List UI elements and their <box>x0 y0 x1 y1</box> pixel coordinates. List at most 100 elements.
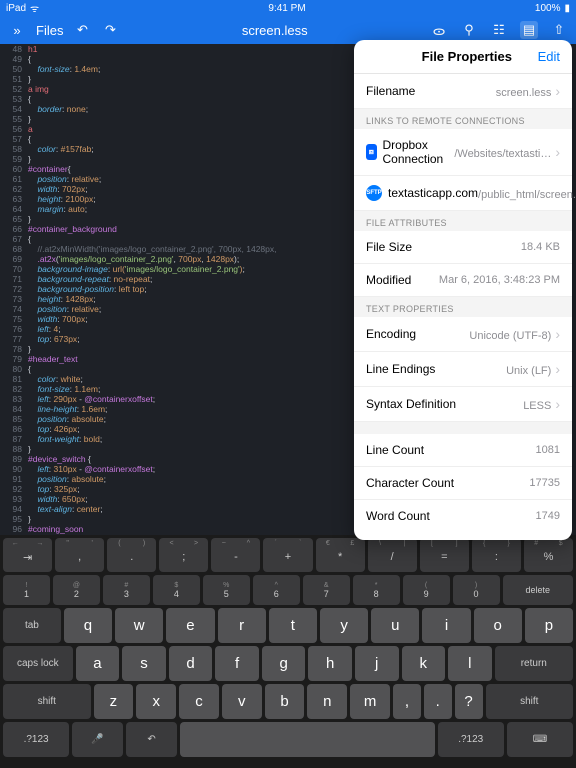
char-count-row: Character Count17735 <box>354 467 572 500</box>
dropbox-connection-row[interactable]: ⧈Dropbox Connection /Websites/textasti…› <box>354 129 572 176</box>
letter-key-j[interactable]: j <box>355 646 399 681</box>
letter-key-n[interactable]: n <box>307 684 347 719</box>
special-key[interactable]: ←→⇥ <box>3 538 52 572</box>
sftp-connection-row[interactable]: SFTPtextasticapp.com /public_html/screen… <box>354 176 572 211</box>
syntax-row[interactable]: Syntax DefinitionLESS› <box>354 387 572 422</box>
letter-key-m[interactable]: m <box>350 684 390 719</box>
menu-icon[interactable]: » <box>8 21 26 39</box>
letter-key-w[interactable]: w <box>115 608 163 643</box>
panel-title: File Properties <box>396 49 538 64</box>
letter-key-e[interactable]: e <box>166 608 214 643</box>
letter-key-z[interactable]: z <box>94 684 134 719</box>
num-key[interactable]: !1 <box>3 575 50 605</box>
letter-key-x[interactable]: x <box>136 684 176 719</box>
dropbox-icon: ⧈ <box>366 144 377 160</box>
special-key[interactable]: ´`+ <box>263 538 312 572</box>
letter-key-c[interactable]: c <box>179 684 219 719</box>
line-gutter: 4849505152535455565758596061626364656667… <box>0 44 26 535</box>
num-key[interactable]: ^6 <box>253 575 300 605</box>
special-key[interactable]: \|/ <box>368 538 417 572</box>
filesize-row: File Size18.4 KB <box>354 231 572 264</box>
space-key[interactable] <box>180 722 435 757</box>
hide-keyboard-key[interactable]: ⌨ <box>507 722 573 757</box>
search-icon[interactable]: ⚲ <box>460 21 478 39</box>
letter-key-o[interactable]: o <box>474 608 522 643</box>
chevron-right-icon: › <box>555 361 560 377</box>
tab-key[interactable]: tab <box>3 608 61 643</box>
redo-icon[interactable]: ↷ <box>101 21 119 39</box>
battery-label: 100% <box>535 3 561 14</box>
undo-icon[interactable]: ↶ <box>73 21 91 39</box>
num-key[interactable]: %5 <box>203 575 250 605</box>
structure-icon[interactable]: ☷ <box>490 21 508 39</box>
letter-key-g[interactable]: g <box>262 646 306 681</box>
num-key-right[interactable]: .?123 <box>438 722 504 757</box>
chevron-right-icon: › <box>555 144 560 160</box>
mic-key[interactable]: 🎤 <box>72 722 123 757</box>
punct-key[interactable]: ? <box>455 684 483 719</box>
delete-key[interactable]: delete <box>503 575 573 605</box>
num-key[interactable]: #3 <box>103 575 150 605</box>
letter-key-f[interactable]: f <box>215 646 259 681</box>
text-props-header: TEXT PROPERTIES <box>354 297 572 317</box>
glasses-icon[interactable]: ᯣ <box>430 21 448 39</box>
attributes-header: FILE ATTRIBUTES <box>354 211 572 231</box>
battery-icon: ▮ <box>564 3 570 14</box>
document-title: screen.less <box>129 23 420 38</box>
letter-key-q[interactable]: q <box>64 608 112 643</box>
files-button[interactable]: Files <box>36 23 63 38</box>
special-key[interactable]: <>; <box>159 538 208 572</box>
undo-key[interactable]: ↶ <box>126 722 177 757</box>
letter-key-i[interactable]: i <box>422 608 470 643</box>
device-label: iPad <box>6 3 26 14</box>
shift-key-right[interactable]: shift <box>486 684 574 719</box>
letter-key-k[interactable]: k <box>402 646 446 681</box>
num-key[interactable]: )0 <box>453 575 500 605</box>
special-key[interactable]: #$% <box>524 538 573 572</box>
caps-key[interactable]: caps lock <box>3 646 73 681</box>
return-key[interactable]: return <box>495 646 573 681</box>
status-bar: iPad ᯤ 9:41 PM 100%▮ <box>0 0 576 16</box>
punct-key[interactable]: , <box>393 684 421 719</box>
letter-key-p[interactable]: p <box>525 608 573 643</box>
letter-key-d[interactable]: d <box>169 646 213 681</box>
num-key[interactable]: &7 <box>303 575 350 605</box>
encoding-row[interactable]: EncodingUnicode (UTF-8)› <box>354 317 572 352</box>
line-count-row: Line Count1081 <box>354 434 572 467</box>
num-key[interactable]: (9 <box>403 575 450 605</box>
wifi-icon: ᯤ <box>30 1 39 15</box>
line-endings-row[interactable]: Line EndingsUnix (LF)› <box>354 352 572 387</box>
num-key[interactable]: @2 <box>53 575 100 605</box>
punct-key[interactable]: . <box>424 684 452 719</box>
letter-key-a[interactable]: a <box>76 646 120 681</box>
letter-key-s[interactable]: s <box>122 646 166 681</box>
filename-row[interactable]: Filename screen.less› <box>354 74 572 109</box>
letter-key-y[interactable]: y <box>320 608 368 643</box>
special-key[interactable]: €£* <box>316 538 365 572</box>
letter-key-h[interactable]: h <box>308 646 352 681</box>
status-time: 9:41 PM <box>268 3 305 14</box>
word-count-row: Word Count1749 <box>354 500 572 532</box>
chevron-right-icon: › <box>555 326 560 342</box>
num-key[interactable]: *8 <box>353 575 400 605</box>
file-properties-panel: File Properties Edit Filename screen.les… <box>354 40 572 540</box>
letter-key-v[interactable]: v <box>222 684 262 719</box>
letter-key-r[interactable]: r <box>218 608 266 643</box>
special-key[interactable]: ~^- <box>211 538 260 572</box>
modified-row: ModifiedMar 6, 2016, 3:48:23 PM <box>354 264 572 297</box>
letter-key-b[interactable]: b <box>265 684 305 719</box>
shift-key[interactable]: shift <box>3 684 91 719</box>
letter-key-l[interactable]: l <box>448 646 492 681</box>
special-key[interactable]: "', <box>55 538 104 572</box>
num-key[interactable]: $4 <box>153 575 200 605</box>
special-key[interactable]: (). <box>107 538 156 572</box>
letter-key-u[interactable]: u <box>371 608 419 643</box>
sftp-icon: SFTP <box>366 185 382 201</box>
chevron-right-icon: › <box>555 396 560 412</box>
special-key[interactable]: []= <box>420 538 469 572</box>
num-key[interactable]: .?123 <box>3 722 69 757</box>
letter-key-t[interactable]: t <box>269 608 317 643</box>
edit-button[interactable]: Edit <box>538 49 560 64</box>
special-key[interactable]: {}: <box>472 538 521 572</box>
share-icon[interactable]: ⇧ <box>550 21 568 39</box>
